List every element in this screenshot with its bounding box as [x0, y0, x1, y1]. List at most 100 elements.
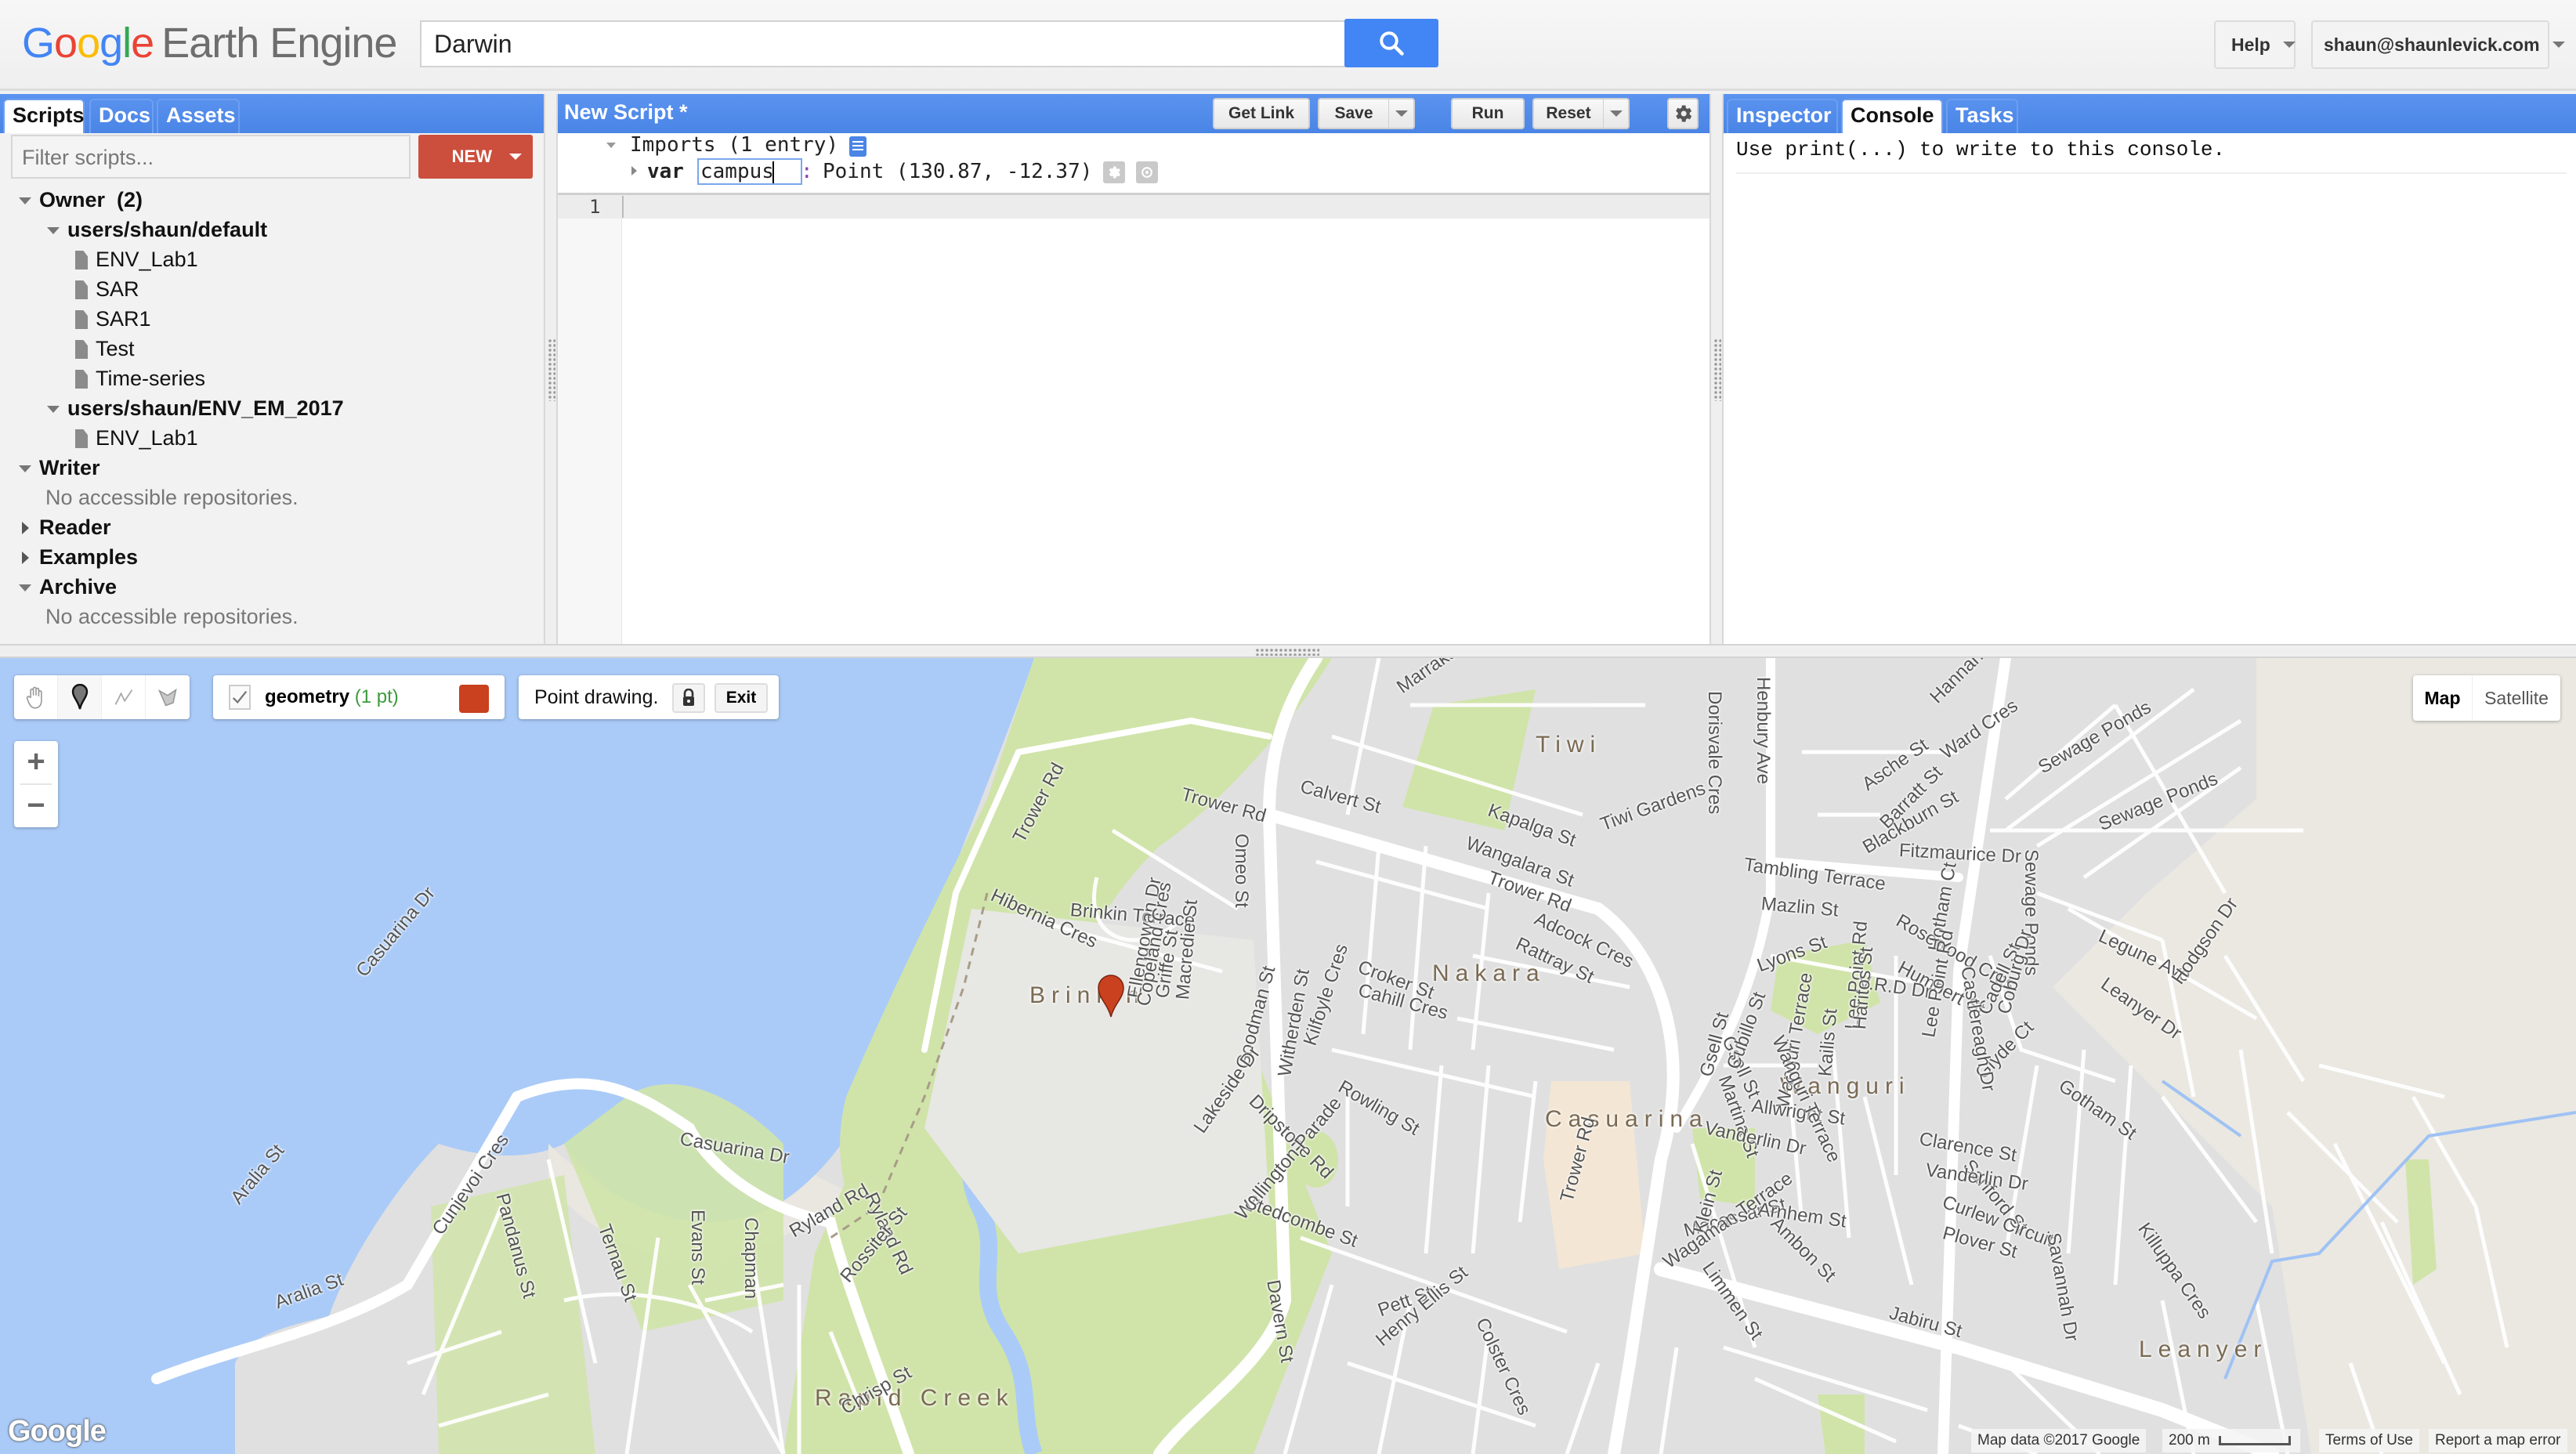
layer-color-swatch[interactable]: [459, 685, 489, 713]
get-link-button[interactable]: Get Link: [1213, 98, 1310, 129]
exit-drawing-button[interactable]: Exit: [715, 683, 768, 713]
logo-letter: o: [77, 20, 100, 67]
filter-scripts-input[interactable]: Filter scripts...: [11, 135, 411, 179]
geometry-layer-entry: geometry (1 pt): [213, 675, 505, 719]
logo-letter: o: [54, 20, 78, 67]
scale-bar[interactable]: 200 m: [2162, 1429, 2300, 1452]
tree-writer[interactable]: Writer: [39, 456, 100, 480]
collapse-imports-icon[interactable]: [606, 143, 616, 148]
tree-file[interactable]: ENV_Lab1: [96, 248, 198, 272]
expand-arrow-icon[interactable]: [47, 406, 60, 413]
active-line-highlight: [558, 195, 1709, 219]
places-search-input[interactable]: Darwin: [420, 20, 1346, 67]
marker-icon: [71, 684, 88, 710]
pan-tool-button[interactable]: [14, 675, 58, 719]
import-name-input[interactable]: campus: [697, 158, 802, 185]
street-label: Omeo St: [1231, 834, 1252, 908]
chevron-down-icon: [509, 154, 522, 160]
report-map-error-link[interactable]: Report a map error: [2429, 1429, 2567, 1452]
account-label: shaun@shaunlevick.com: [2324, 34, 2540, 55]
map-splitter[interactable]: [0, 644, 2576, 658]
layer-label[interactable]: geometry (1 pt): [265, 686, 399, 708]
polygon-tool-button[interactable]: [146, 675, 190, 719]
drawing-status-box: Point drawing. Exit: [519, 675, 779, 719]
gear-icon: [1109, 166, 1120, 179]
chevron-down-icon: [2552, 42, 2565, 48]
imports-header[interactable]: Imports (1 entry): [630, 133, 838, 157]
expand-arrow-icon[interactable]: [19, 465, 31, 472]
owner-count: (2): [117, 188, 143, 212]
tab-scripts[interactable]: Scripts: [3, 99, 85, 133]
save-options-button[interactable]: [1388, 98, 1415, 129]
point-tool-button[interactable]: [58, 675, 102, 719]
tree-examples[interactable]: Examples: [39, 545, 138, 570]
lock-icon: [683, 689, 694, 706]
right-splitter[interactable]: [1709, 94, 1724, 644]
editor-settings-button[interactable]: [1667, 98, 1699, 129]
collapse-arrow-icon[interactable]: [22, 522, 29, 534]
import-locate-button[interactable]: [1136, 161, 1158, 183]
run-button[interactable]: Run: [1451, 98, 1525, 129]
import-var-keyword: var: [647, 160, 684, 183]
geometry-point-marker[interactable]: [1097, 975, 1125, 1018]
account-menu-button[interactable]: shaun@shaunlevick.com: [2311, 20, 2565, 69]
save-button[interactable]: Save: [1318, 98, 1390, 129]
console-message: Use print(...) to write to this console.: [1736, 138, 2226, 161]
tab-inspector[interactable]: Inspector: [1727, 99, 1838, 133]
map-type-map-button[interactable]: Map: [2413, 675, 2473, 721]
owner-label: Owner: [39, 188, 106, 212]
new-script-button[interactable]: NEW: [418, 135, 533, 179]
tree-file[interactable]: Time-series: [96, 367, 205, 391]
tree-repo-default[interactable]: users/shaun/default: [67, 218, 267, 242]
earth-engine-logo[interactable]: Google Earth Engine: [22, 19, 397, 67]
show-generated-code-icon[interactable]: [849, 136, 867, 157]
polygon-icon: [157, 688, 177, 707]
new-label: NEW: [451, 146, 492, 166]
tree-file[interactable]: SAR1: [96, 307, 151, 331]
editor-cursor: [622, 196, 624, 218]
logo-letter: e: [131, 20, 154, 67]
layer-visibility-checkbox[interactable]: [229, 685, 251, 710]
expand-arrow-icon[interactable]: [47, 227, 60, 234]
tab-tasks[interactable]: Tasks: [1946, 99, 2018, 133]
tree-reader[interactable]: Reader: [39, 515, 111, 540]
tree-owner[interactable]: Owner (2): [39, 188, 143, 212]
import-value: Point (130.87, -12.37): [823, 160, 1093, 183]
zoom-out-button[interactable]: −: [14, 785, 58, 827]
line-tool-button[interactable]: [102, 675, 146, 719]
tab-assets[interactable]: Assets: [157, 99, 240, 133]
expand-arrow-icon[interactable]: [19, 584, 31, 591]
expand-arrow-icon[interactable]: [19, 197, 31, 204]
tab-docs[interactable]: Docs: [89, 99, 154, 133]
suburb-label: Casuarina: [1545, 1106, 1709, 1132]
reset-options-button[interactable]: [1603, 98, 1630, 129]
map-type-satellite-button[interactable]: Satellite: [2473, 675, 2560, 721]
checkmark-icon: [232, 690, 248, 704]
lock-drawing-button[interactable]: [672, 683, 705, 713]
target-icon: [1141, 167, 1152, 178]
left-splitter[interactable]: [544, 94, 558, 644]
scale-ruler-icon: [2219, 1435, 2292, 1445]
zoom-in-button[interactable]: +: [14, 741, 58, 783]
tree-archive[interactable]: Archive: [39, 575, 117, 599]
collapse-arrow-icon[interactable]: [22, 552, 29, 564]
tab-console[interactable]: Console: [1841, 99, 1943, 133]
layer-name: geometry: [265, 686, 350, 707]
help-menu-button[interactable]: Help: [2214, 20, 2296, 69]
map-canvas[interactable]: Tiwi Brinkin Nakara Casuarina Wanguri Ra…: [0, 658, 2576, 1454]
expand-import-icon[interactable]: [631, 166, 637, 175]
logo-letter: G: [22, 20, 55, 67]
layer-point-count: (1 pt): [354, 686, 399, 707]
terms-of-use-link[interactable]: Terms of Use: [2319, 1429, 2419, 1452]
tree-file[interactable]: ENV_Lab1: [96, 426, 198, 450]
tree-file[interactable]: Test: [96, 337, 135, 361]
import-settings-button[interactable]: [1103, 161, 1125, 183]
script-title[interactable]: New Script *: [564, 100, 688, 125]
splitter-grip-icon: [548, 338, 555, 401]
drawing-status-text: Point drawing.: [534, 686, 659, 708]
tree-repo-env-em-2017[interactable]: users/shaun/ENV_EM_2017: [67, 396, 344, 421]
reset-button[interactable]: Reset: [1532, 98, 1605, 129]
google-logo[interactable]: Google: [8, 1415, 107, 1449]
tree-file[interactable]: SAR: [96, 277, 139, 302]
search-button[interactable]: [1344, 19, 1438, 67]
